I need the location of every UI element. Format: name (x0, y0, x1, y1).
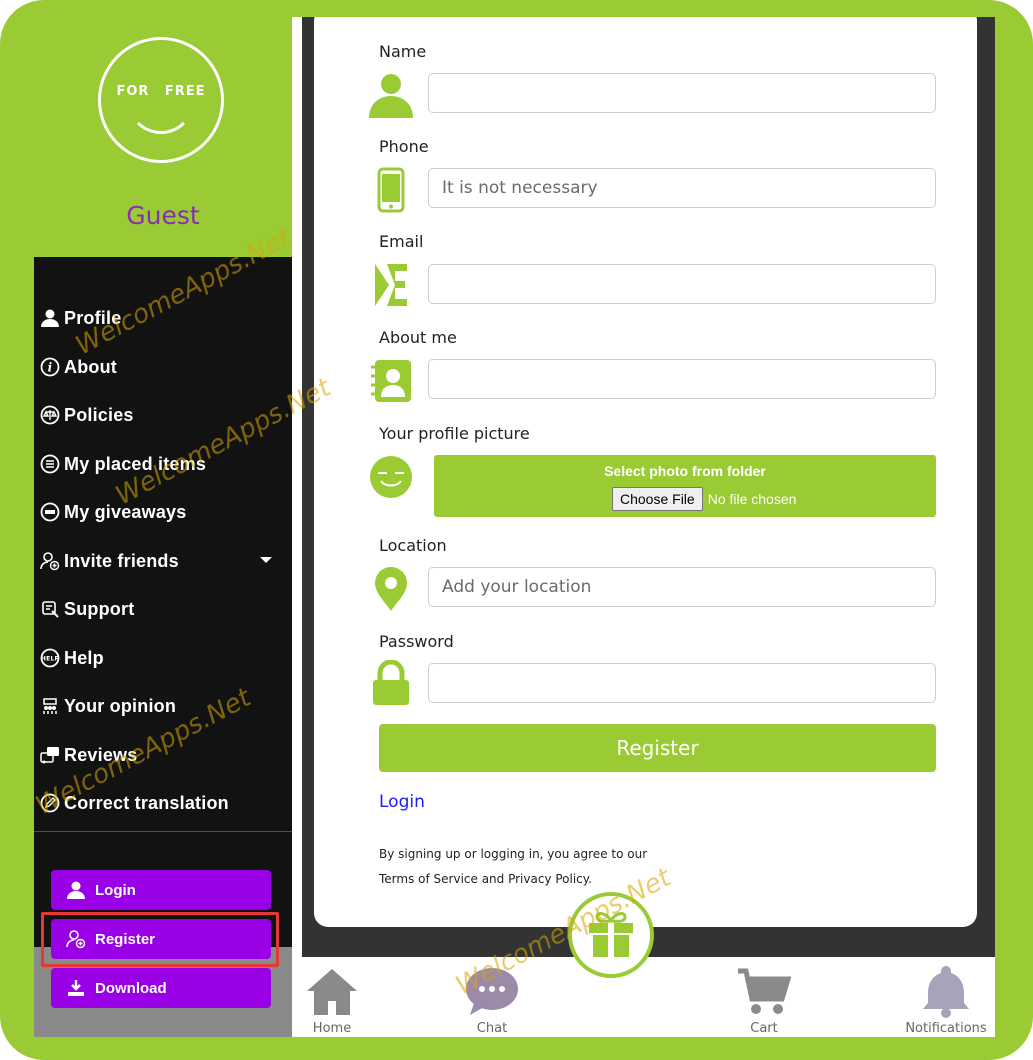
sidebar-item-invite-friends[interactable]: Invite friends (40, 546, 286, 576)
sidebar-item-your-opinion[interactable]: Your opinion (40, 691, 286, 721)
sidebar-item-label: My placed items (64, 453, 207, 474)
login-link[interactable]: Login (379, 792, 425, 812)
bottom-nav: Home Chat Cart Notifications (302, 957, 995, 1037)
phone-icon (368, 167, 414, 213)
smile-icon (127, 88, 195, 134)
login-button-label: Login (95, 881, 136, 899)
location-input[interactable] (428, 567, 936, 607)
email-input[interactable] (428, 264, 936, 304)
register-highlight-box (41, 912, 279, 967)
nav-cart[interactable]: Cart (734, 957, 794, 1037)
password-label: Password (379, 632, 454, 651)
reviews-icon (40, 745, 60, 765)
about-input[interactable] (428, 359, 936, 399)
smiley-icon (368, 454, 414, 500)
help-icon: HELP (40, 648, 60, 668)
nav-notifications[interactable]: Notifications (898, 957, 994, 1037)
name-label: Name (379, 42, 427, 61)
user-plus-icon (40, 551, 60, 571)
nav-label: Home (312, 1021, 352, 1036)
support-icon (40, 599, 60, 619)
sidebar-header: FOR FREE Guest (34, 17, 292, 257)
lock-icon (368, 660, 414, 706)
login-button[interactable]: Login (51, 870, 271, 910)
gift-badge-icon (40, 502, 60, 522)
no-file-text: No file chosen (707, 491, 797, 507)
opinion-icon (40, 696, 60, 716)
nav-chat[interactable]: Chat (462, 957, 522, 1037)
register-form-card: Name Phone Email About me Your profile p… (314, 17, 977, 927)
sidebar-item-my-giveaways[interactable]: My giveaways (40, 497, 286, 527)
sidebar-item-label: Reviews (64, 744, 138, 765)
download-icon (65, 977, 87, 999)
user-name: Guest (126, 201, 200, 230)
sidebar-item-reviews[interactable]: Reviews (40, 740, 286, 770)
sidebar-item-label: Help (64, 647, 104, 668)
home-icon (302, 963, 362, 1019)
photo-upload-title: Select photo from folder (604, 463, 766, 479)
phone-input[interactable] (428, 168, 936, 208)
user-icon (368, 72, 414, 118)
about-label: About me (379, 328, 457, 347)
info-icon: i (40, 357, 60, 377)
sidebar-item-label: Support (64, 598, 135, 619)
photo-upload-area[interactable]: Select photo from folder Choose File No … (434, 455, 936, 517)
password-input[interactable] (428, 663, 936, 703)
sidebar-divider (34, 831, 292, 832)
svg-text:i: i (48, 361, 53, 375)
sidebar-item-label: About (64, 356, 117, 377)
app-logo: FOR FREE (98, 37, 224, 163)
choose-file-button[interactable]: Choose File (612, 487, 703, 511)
picture-label: Your profile picture (379, 424, 530, 443)
sidebar-item-label: Profile (64, 307, 122, 328)
list-icon (40, 454, 60, 474)
name-input[interactable] (428, 73, 936, 113)
file-input[interactable]: Choose File No file chosen (612, 487, 796, 511)
sidebar-item-label: Correct translation (64, 792, 229, 813)
chevron-down-icon[interactable] (260, 557, 272, 563)
sidebar-item-label: Policies (64, 404, 134, 425)
nav-label: Notifications (905, 1021, 987, 1036)
sidebar-item-label: Invite friends (64, 550, 179, 571)
user-icon (40, 308, 60, 328)
terms-link[interactable]: Terms of Service and Privacy Policy. (379, 872, 592, 886)
gift-icon (585, 907, 637, 963)
sidebar-item-support[interactable]: Support (40, 594, 286, 624)
svg-text:HELP: HELP (41, 656, 60, 663)
app-screen: FOR FREE Guest Profile i About Policies … (34, 17, 995, 1037)
terms-text: By signing up or logging in, you agree t… (379, 847, 648, 861)
sidebar-item-label: Your opinion (64, 695, 177, 716)
scales-icon (40, 405, 60, 425)
cart-icon (734, 963, 794, 1019)
user-icon (65, 879, 87, 901)
download-button-label: Download (95, 979, 167, 997)
sidebar-item-profile[interactable]: Profile (40, 303, 286, 333)
location-label: Location (379, 536, 447, 555)
chat-icon (462, 963, 522, 1019)
contact-book-icon (368, 358, 414, 404)
nav-label: Chat (476, 1021, 508, 1036)
nav-label: Cart (750, 1021, 778, 1036)
nav-home[interactable]: Home (302, 957, 362, 1037)
sidebar-item-correct-translation[interactable]: Correct translation (40, 788, 286, 818)
email-label: Email (379, 232, 424, 251)
bell-icon (916, 963, 976, 1019)
pencil-circle-icon (40, 793, 60, 813)
sidebar-item-policies[interactable]: Policies (40, 400, 286, 430)
sidebar-item-about[interactable]: i About (40, 352, 286, 382)
sidebar-item-label: My giveaways (64, 501, 187, 522)
sidebar-item-my-placed-items[interactable]: My placed items (40, 449, 286, 479)
sidebar-item-help[interactable]: HELP Help (40, 643, 286, 673)
main-area: Name Phone Email About me Your profile p… (302, 17, 995, 1037)
phone-label: Phone (379, 137, 429, 156)
giveaway-button[interactable] (568, 892, 654, 978)
location-pin-icon (368, 566, 414, 612)
register-submit-button[interactable]: Register (379, 724, 936, 772)
download-button[interactable]: Download (51, 968, 271, 1008)
email-icon (368, 262, 414, 308)
sidebar: FOR FREE Guest Profile i About Policies … (34, 17, 292, 1037)
